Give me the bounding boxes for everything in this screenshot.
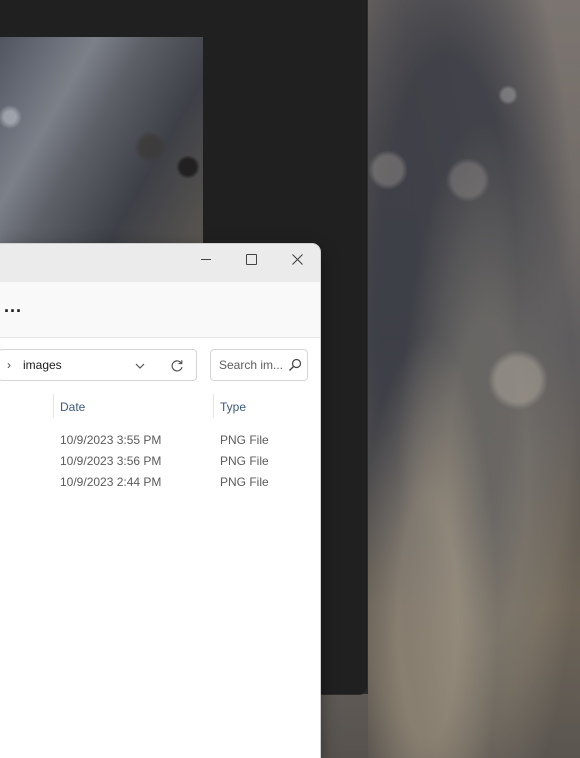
file-row[interactable]: 10/9/2023 3:56 PM PNG File	[0, 451, 320, 472]
search-input[interactable]: Search im...	[219, 358, 287, 372]
column-header-type[interactable]: Type	[220, 400, 246, 414]
file-type: PNG File	[220, 433, 269, 447]
address-row: › images Search im...	[0, 338, 320, 386]
moon-image-background	[368, 0, 580, 758]
minimize-button[interactable]	[183, 244, 229, 274]
close-icon	[291, 253, 303, 265]
column-headers: Date Type	[0, 392, 320, 420]
file-date: 10/9/2023 3:55 PM	[60, 433, 162, 447]
moon-image-background-lower	[320, 694, 368, 758]
file-type: PNG File	[220, 475, 269, 489]
maximize-button[interactable]	[228, 244, 274, 274]
address-bar[interactable]: › images	[0, 349, 197, 381]
command-bar: ...	[0, 282, 320, 338]
file-row[interactable]: 10/9/2023 3:55 PM PNG File	[0, 430, 320, 451]
chevron-down-icon[interactable]	[133, 359, 147, 373]
file-type: PNG File	[220, 454, 269, 468]
file-row[interactable]: 10/9/2023 2:44 PM PNG File	[0, 472, 320, 493]
refresh-icon[interactable]	[169, 358, 185, 374]
file-date: 10/9/2023 3:56 PM	[60, 454, 162, 468]
search-box[interactable]: Search im...	[210, 349, 308, 381]
column-divider[interactable]	[213, 394, 214, 418]
breadcrumb-chevron-icon[interactable]: ›	[7, 358, 11, 372]
column-divider[interactable]	[53, 394, 54, 418]
breadcrumb-images[interactable]: images	[23, 358, 62, 372]
minimize-icon	[201, 258, 211, 260]
see-more-button[interactable]: ...	[4, 296, 22, 316]
close-button[interactable]	[274, 244, 320, 274]
file-date: 10/9/2023 2:44 PM	[60, 475, 162, 489]
file-explorer-window: ... › images Search im... Date Type 10/9…	[0, 244, 320, 758]
title-bar[interactable]	[0, 244, 320, 282]
search-icon[interactable]	[288, 358, 302, 372]
desktop: ... › images Search im... Date Type 10/9…	[0, 0, 580, 758]
viewer-moon-image	[0, 37, 203, 247]
column-header-date[interactable]: Date	[60, 400, 85, 414]
maximize-icon	[245, 253, 257, 265]
